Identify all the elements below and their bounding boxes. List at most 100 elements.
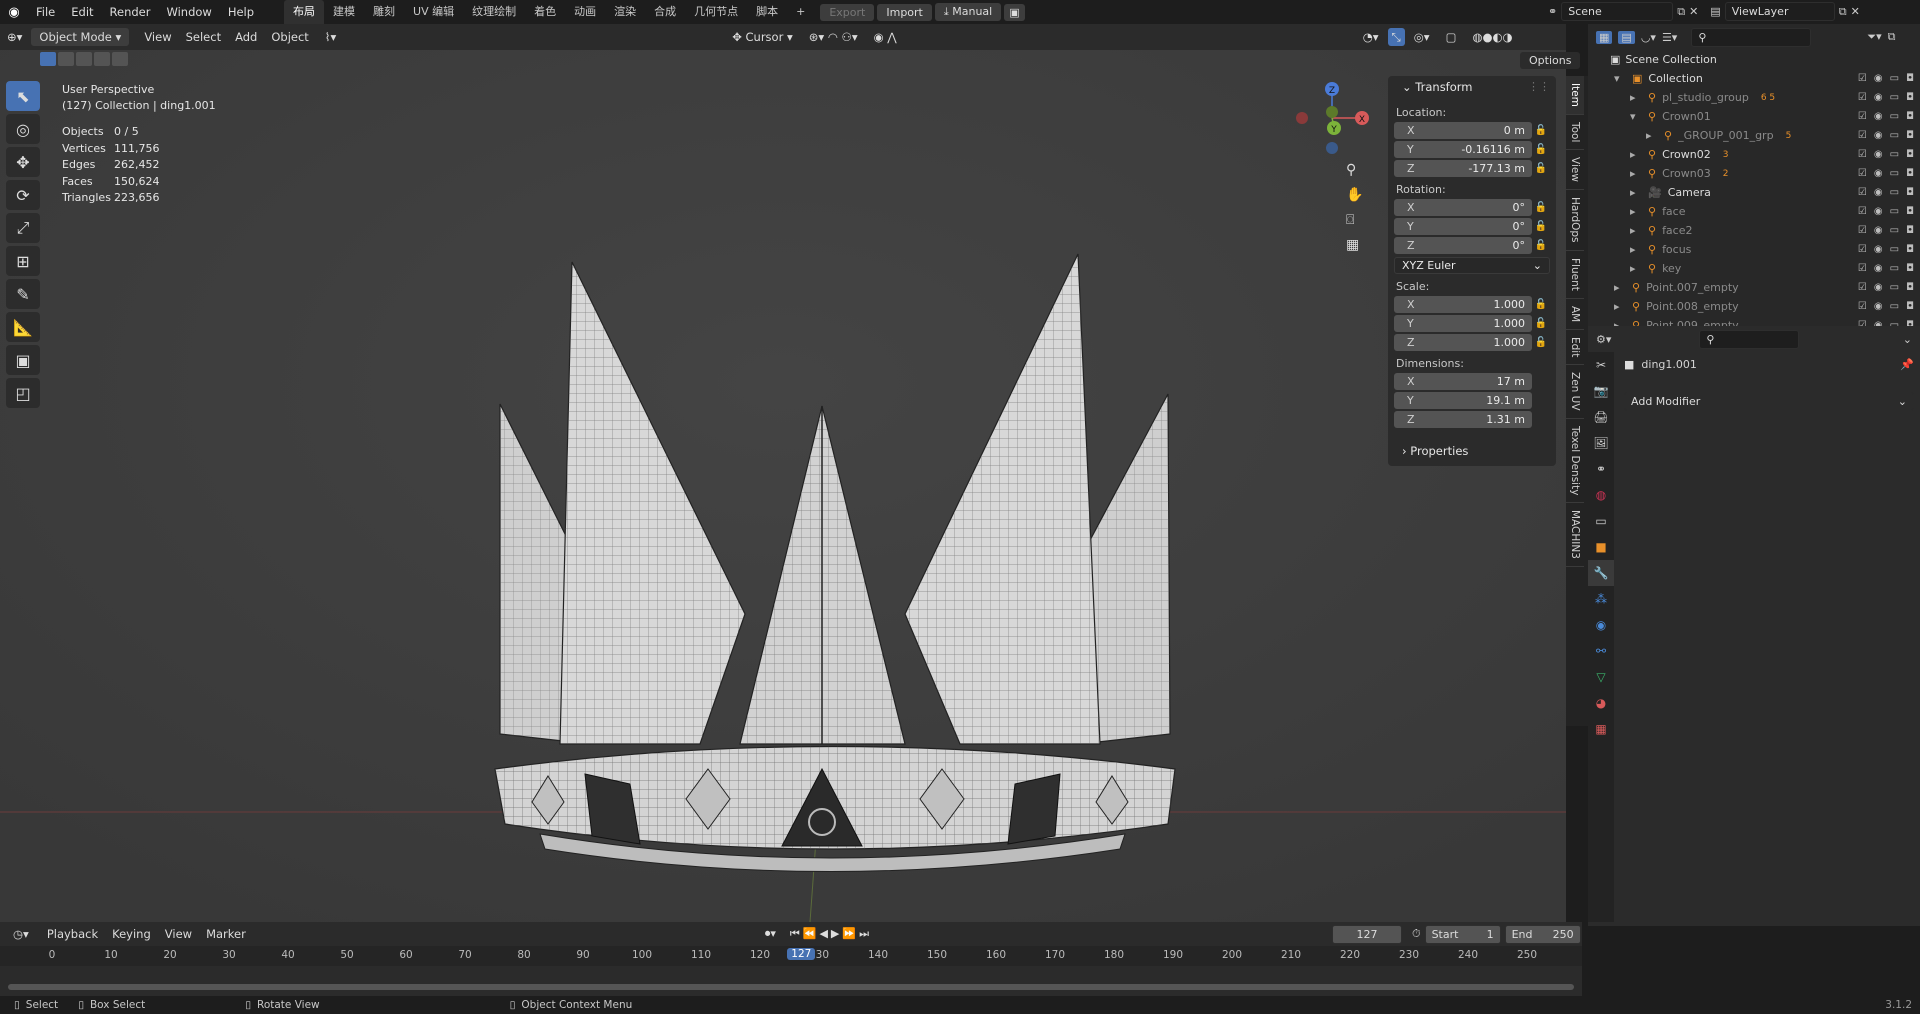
monitor-icon[interactable]: ▭: [1890, 73, 1899, 84]
new-viewlayer-icon[interactable]: ⧉: [1839, 5, 1847, 19]
outliner-row[interactable]: ▸ ⚲ pl_studio_group 6 5 ☑ ◉ ▭ ◘: [1588, 88, 1920, 107]
eye-icon[interactable]: ◉: [1874, 187, 1883, 198]
expand-arrow-icon[interactable]: ▸: [1630, 243, 1642, 256]
pan-hand-icon[interactable]: ✋: [1346, 187, 1363, 203]
scale-field[interactable]: Z 1.000: [1394, 334, 1532, 351]
camera-render-icon[interactable]: ◘: [1906, 301, 1914, 312]
cursor-tool-icon[interactable]: ◎: [6, 114, 40, 144]
expand-arrow-icon[interactable]: ▸: [1630, 167, 1642, 180]
outliner-filter-mode-icon[interactable]: ◡▾: [1641, 31, 1656, 44]
workspace-tab[interactable]: 脚本: [747, 0, 787, 24]
sidebar-tab[interactable]: Texel Density: [1566, 419, 1584, 504]
camera-render-icon[interactable]: ◘: [1906, 73, 1914, 84]
monitor-icon[interactable]: ▭: [1890, 206, 1899, 217]
outliner-row[interactable]: ▸ 🎥 Camera ☑ ◉ ▭ ◘: [1588, 183, 1920, 202]
expand-arrow-icon[interactable]: ▸: [1630, 262, 1642, 275]
outliner-row[interactable]: ▾ ⚲ Crown01 ☑ ◉ ▭ ◘: [1588, 107, 1920, 126]
lock-icon[interactable]: 🔓: [1532, 318, 1550, 329]
xray-icon[interactable]: ▢: [1439, 24, 1464, 50]
move-tool-icon[interactable]: ✥: [6, 147, 40, 177]
select-intersect-icon[interactable]: [112, 52, 128, 66]
camera-render-icon[interactable]: ◘: [1906, 149, 1914, 160]
select-new-icon[interactable]: [40, 52, 56, 66]
outliner-row[interactable]: ▸ ⚲ Crown02 3 ☑ ◉ ▭ ◘: [1588, 145, 1920, 164]
lock-icon[interactable]: 🔓: [1532, 337, 1550, 348]
camera-view-icon[interactable]: ⌼: [1346, 212, 1363, 228]
timeline-menu-view[interactable]: View: [158, 922, 199, 946]
visibility-icon[interactable]: ◔▾: [1356, 24, 1386, 50]
bevel-tool-icon[interactable]: ◰: [6, 378, 40, 408]
scene-tab-icon[interactable]: ⚭: [1588, 456, 1614, 482]
menu-render[interactable]: Render: [102, 0, 159, 24]
options-button[interactable]: Options: [1520, 52, 1581, 69]
eye-icon[interactable]: ◉: [1874, 130, 1883, 141]
ortho-grid-icon[interactable]: ▦: [1346, 237, 1363, 253]
gizmo-x-label[interactable]: X: [1359, 115, 1365, 125]
timeline-menu-keying[interactable]: Keying: [105, 922, 158, 946]
camera-render-icon[interactable]: ◘: [1906, 206, 1914, 217]
outliner-display-mode-icon[interactable]: ▦: [1596, 30, 1613, 44]
add-workspace-button[interactable]: +: [787, 0, 814, 24]
workspace-tab[interactable]: 动画: [565, 0, 605, 24]
outliner-row[interactable]: ▾ ▣ Collection ☑ ◉ ▭ ◘: [1588, 69, 1920, 88]
checkbox-icon[interactable]: ☑: [1858, 149, 1867, 160]
scene-selector[interactable]: Scene: [1561, 2, 1674, 21]
3d-viewport[interactable]: Z X Y ⚲ ✋ ⌼ ▦: [0, 24, 1566, 922]
checkbox-icon[interactable]: ☑: [1858, 130, 1867, 141]
lock-icon[interactable]: 🔓: [1532, 163, 1550, 174]
eye-icon[interactable]: ◉: [1874, 149, 1883, 160]
material-tab-icon[interactable]: ◕: [1588, 690, 1614, 716]
measure-tool-icon[interactable]: 📐: [6, 312, 40, 342]
expand-arrow-icon[interactable]: ▸: [1630, 224, 1642, 237]
timeline-scrollbar[interactable]: [8, 984, 1574, 990]
lock-icon[interactable]: 🔓: [1532, 144, 1550, 155]
eye-icon[interactable]: ◉: [1874, 282, 1883, 293]
outliner-sort-icon[interactable]: ☰▾: [1662, 31, 1677, 44]
overlay-toggle-icon[interactable]: ◎▾: [1407, 24, 1437, 50]
outliner-row[interactable]: ▸ ⚲ _GROUP_001_grp 5 ☑ ◉ ▭ ◘: [1588, 126, 1920, 145]
monitor-icon[interactable]: ▭: [1890, 130, 1899, 141]
properties-subpanel[interactable]: › Properties: [1402, 444, 1550, 458]
transform-title[interactable]: ⌄ Transform: [1402, 80, 1473, 94]
playhead-frame[interactable]: 127: [787, 948, 816, 960]
rotation-field[interactable]: X 0°: [1394, 199, 1532, 216]
sidebar-tab[interactable]: Tool: [1566, 115, 1584, 151]
snap-icon[interactable]: ⊛▾ ◠ ⚇▾: [802, 24, 865, 50]
checkbox-icon[interactable]: ☑: [1858, 187, 1867, 198]
checkbox-icon[interactable]: ☑: [1858, 282, 1867, 293]
physics-tab-icon[interactable]: ◉: [1588, 612, 1614, 638]
sidebar-tab[interactable]: MACHIN3: [1566, 503, 1584, 568]
checkbox-icon[interactable]: ☑: [1858, 111, 1867, 122]
monitor-icon[interactable]: ▭: [1890, 263, 1899, 274]
folder-icon[interactable]: ▣: [1004, 3, 1025, 21]
expand-arrow-icon[interactable]: ▸: [1614, 300, 1626, 313]
new-scene-icon[interactable]: ⧉: [1677, 5, 1685, 19]
outliner-row[interactable]: ▸ ⚲ Point.007_empty ☑ ◉ ▭ ◘: [1588, 278, 1920, 297]
outliner-row[interactable]: ▸ ⚲ face2 ☑ ◉ ▭ ◘: [1588, 221, 1920, 240]
expand-arrow-icon[interactable]: ▸: [1646, 129, 1658, 142]
lock-icon[interactable]: 🔓: [1532, 125, 1550, 136]
start-frame-field[interactable]: Start 1: [1424, 924, 1501, 944]
checkbox-icon[interactable]: ☑: [1858, 301, 1867, 312]
expand-arrow-icon[interactable]: ▸: [1614, 319, 1626, 326]
sidebar-tab[interactable]: Item: [1566, 76, 1584, 115]
modifier-tab-icon[interactable]: 🔧: [1588, 560, 1614, 586]
eye-icon[interactable]: ◉: [1874, 92, 1883, 103]
dimensions-field[interactable]: Z 1.31 m: [1394, 411, 1532, 428]
outliner-row[interactable]: ▸ ⚲ key ☑ ◉ ▭ ◘: [1588, 259, 1920, 278]
workspace-tab[interactable]: 布局: [284, 0, 325, 24]
zoom-icon[interactable]: ⚲: [1346, 162, 1363, 178]
render-tab-icon[interactable]: 📷: [1588, 378, 1614, 404]
rotate-tool-icon[interactable]: ⟳: [6, 180, 40, 210]
filter-icon[interactable]: ⏷▾: [1867, 30, 1881, 44]
view-menu-select[interactable]: Select: [179, 24, 228, 50]
import-button[interactable]: Import: [877, 3, 932, 21]
constraints-tab-icon[interactable]: ⚯: [1588, 638, 1614, 664]
view-menu-add[interactable]: Add: [228, 24, 264, 50]
data-tab-icon[interactable]: ▽: [1588, 664, 1614, 690]
particles-tab-icon[interactable]: ⁂: [1588, 586, 1614, 612]
monitor-icon[interactable]: ▭: [1890, 92, 1899, 103]
monitor-icon[interactable]: ▭: [1890, 225, 1899, 236]
expand-arrow-icon[interactable]: ▸: [1630, 205, 1642, 218]
eye-icon[interactable]: ◉: [1874, 301, 1883, 312]
